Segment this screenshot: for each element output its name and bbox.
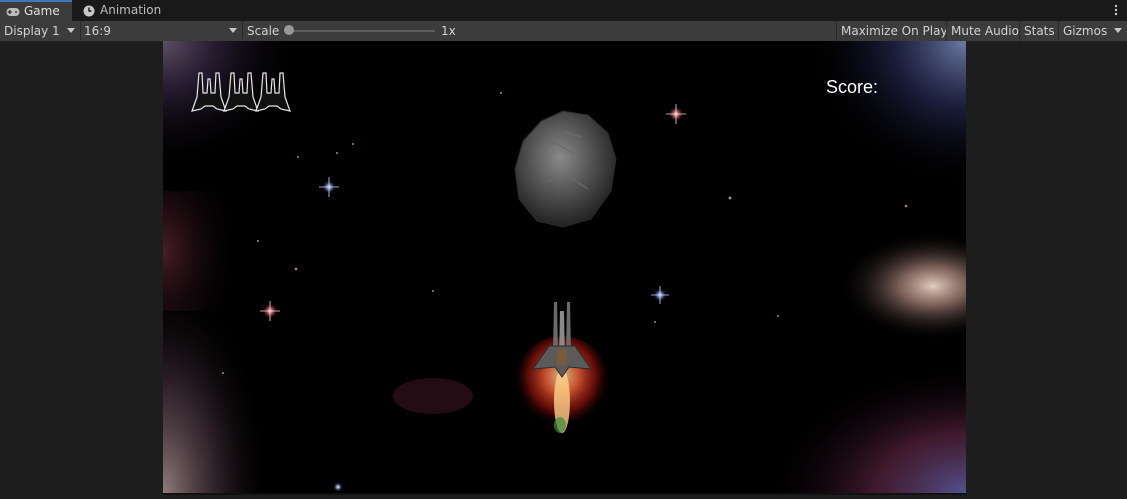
divider — [242, 21, 243, 41]
chevron-down-icon — [67, 28, 75, 33]
game-toolbar: Display 1 16:9 Scale 1x Maximize On Play… — [0, 21, 1127, 42]
life-ship-icon — [255, 72, 291, 112]
clock-icon — [82, 4, 96, 18]
mute-audio-button[interactable]: Mute Audio — [946, 21, 1023, 41]
display-dropdown[interactable]: Display 1 — [0, 21, 79, 41]
viewport-bottom-edge — [163, 493, 966, 495]
chevron-down-icon — [1114, 28, 1122, 33]
life-ship-icon — [191, 72, 227, 112]
game-viewport[interactable]: Score: — [163, 41, 966, 493]
aspect-dropdown-label: 16:9 — [84, 24, 111, 38]
aspect-dropdown[interactable]: 16:9 — [81, 21, 241, 41]
more-options-icon[interactable] — [1111, 3, 1121, 17]
scale-value: 1x — [441, 24, 456, 38]
gizmos-dropdown[interactable] — [1112, 21, 1127, 41]
tab-animation[interactable]: Animation — [76, 0, 169, 21]
gamepad-icon — [6, 5, 20, 19]
tab-bar: Game Animation — [0, 0, 1127, 22]
life-ship-icon — [223, 72, 259, 112]
tab-game[interactable]: Game — [0, 0, 72, 21]
scale-slider-handle[interactable] — [284, 25, 294, 35]
lives-display — [189, 71, 291, 113]
scale-label: Scale — [247, 24, 280, 38]
maximize-on-play-button[interactable]: Maximize On Play — [836, 21, 952, 41]
chevron-down-icon — [229, 28, 237, 33]
tab-animation-label: Animation — [100, 3, 162, 17]
display-dropdown-label: Display 1 — [4, 24, 60, 38]
scale-slider-track[interactable] — [289, 30, 435, 32]
gizmos-button-label: Gizmos — [1063, 24, 1108, 38]
score-label: Score: — [826, 77, 879, 97]
stats-button[interactable]: Stats — [1019, 21, 1059, 41]
tab-game-label: Game — [24, 4, 60, 18]
